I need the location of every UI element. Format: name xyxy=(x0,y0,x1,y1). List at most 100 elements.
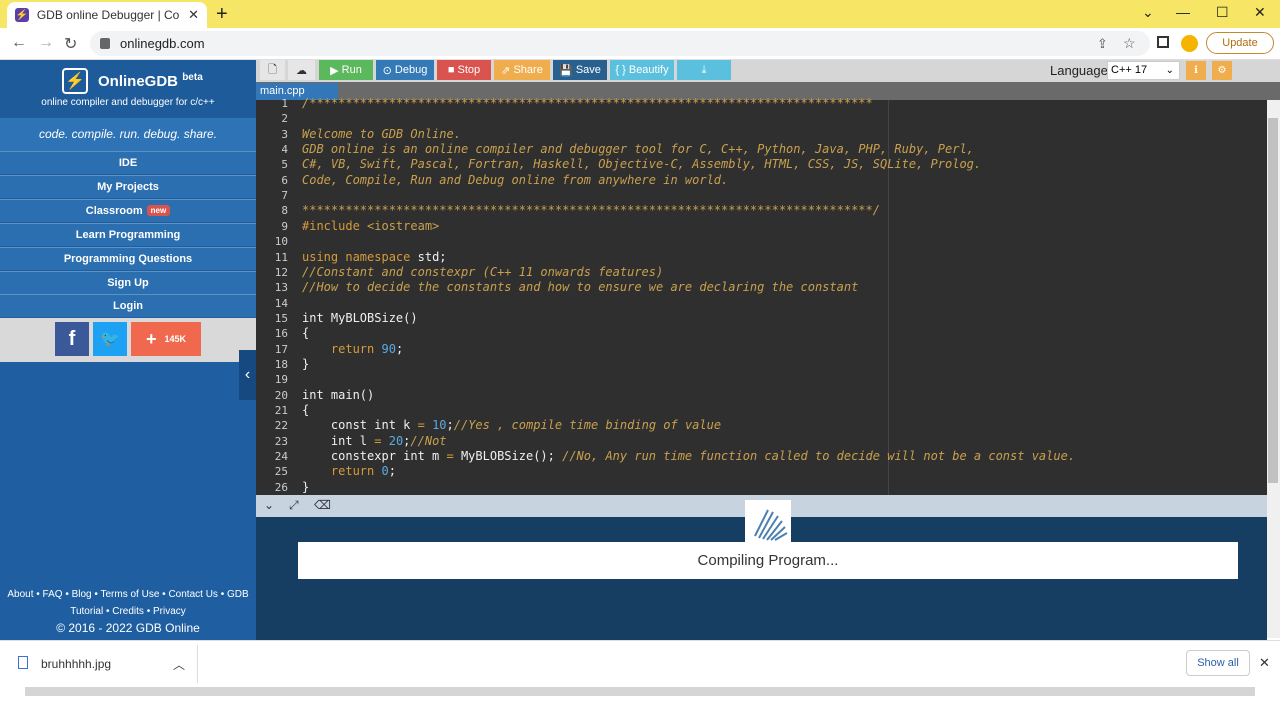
line-number: 6 xyxy=(281,173,288,187)
nav-item-ide[interactable]: IDE xyxy=(0,151,256,174)
share-page-icon[interactable]: ⇪ xyxy=(1097,36,1108,52)
footer-links-2[interactable]: Tutorial • Credits • Privacy xyxy=(0,603,256,620)
clear-icon[interactable]: ⌫ xyxy=(314,498,331,512)
download-filename[interactable]: bruhhhhh.jpg xyxy=(41,657,111,671)
code-line: GDB online is an online compiler and deb… xyxy=(302,142,974,157)
tab-search-icon[interactable]: ⌄ xyxy=(1142,4,1154,21)
sidepanel-icon[interactable] xyxy=(1157,36,1169,48)
code-line: //How to decide the constants and how to… xyxy=(302,280,859,295)
share-count-button[interactable]: +145K xyxy=(131,322,201,356)
brand-beta-label: beta xyxy=(182,72,203,83)
nav-item-my-projects[interactable]: My Projects xyxy=(0,175,256,198)
code-line: { xyxy=(302,403,310,417)
share-label: Share xyxy=(513,64,543,76)
nav-label: Classroom xyxy=(85,205,143,217)
brand-name-text: OnlineGDB xyxy=(98,73,179,90)
window-close-button[interactable]: ✕ xyxy=(1254,4,1266,21)
browser-tab[interactable]: ⚡ GDB online Debugger | Compiler ✕ xyxy=(7,2,207,28)
code-line: #include <iostream> xyxy=(302,218,440,233)
nav-item-learn-programming[interactable]: Learn Programming xyxy=(0,223,256,246)
save-icon: 💾 xyxy=(559,64,576,77)
code-line: int MyBLOBSize() xyxy=(302,310,418,325)
close-download-bar-icon[interactable]: ✕ xyxy=(1259,655,1270,671)
expand-icon[interactable]: ⤢ xyxy=(289,498,299,513)
language-value: C++ 17 xyxy=(1111,64,1148,76)
upload-icon[interactable]: ☁ xyxy=(288,60,315,80)
line-number: 22 xyxy=(274,419,288,433)
line-number: 7 xyxy=(281,189,288,203)
page-horizontal-scrollbar[interactable] xyxy=(25,687,1255,696)
share-count: 145K xyxy=(164,334,187,344)
gear-icon[interactable]: ⚙ xyxy=(1212,61,1232,80)
share-button[interactable]: ⇗ Share xyxy=(494,60,550,80)
tab-close-icon[interactable]: ✕ xyxy=(188,7,199,23)
back-arrow-icon[interactable]: ← xyxy=(11,34,27,52)
brand-name[interactable]: OnlineGDB beta xyxy=(98,72,203,90)
language-select[interactable]: C++ 17 ⌄ xyxy=(1107,61,1180,80)
minimize-button[interactable]: — xyxy=(1176,4,1190,20)
run-button[interactable]: ▶ Run xyxy=(319,60,373,80)
forward-arrow-icon[interactable]: → xyxy=(38,34,54,52)
line-number: 12 xyxy=(274,265,288,279)
reload-icon[interactable]: ↻ xyxy=(64,34,77,54)
nav-item-login[interactable]: Login xyxy=(0,294,256,317)
code-line: C#, VB, Swift, Pascal, Fortran, Haskell,… xyxy=(302,157,982,172)
save-button[interactable]: 💾 Save xyxy=(553,60,607,80)
update-button[interactable]: Update xyxy=(1206,32,1274,54)
beautify-button[interactable]: { } Beautify xyxy=(610,60,674,80)
profile-avatar-icon[interactable] xyxy=(1181,35,1198,52)
chevron-down-icon: ⌄ xyxy=(1165,65,1174,76)
loading-spinner-icon xyxy=(745,500,791,542)
save-label: Save xyxy=(575,64,601,76)
plus-icon: + xyxy=(145,328,157,349)
editor-scrollbar-thumb[interactable] xyxy=(1268,118,1278,483)
code-line: Code, Compile, Run and Debug online from… xyxy=(302,172,729,187)
line-number: 26 xyxy=(274,480,288,494)
download-button[interactable]: ⤓ xyxy=(677,60,731,80)
debug-label: Debug xyxy=(394,64,428,76)
chevron-down-icon[interactable]: ⌄ xyxy=(264,498,274,512)
new-file-icon[interactable]: 🗋 xyxy=(260,60,285,80)
code-line: Welcome to GDB Online. xyxy=(302,126,461,141)
debug-button[interactable]: ⊙ Debug xyxy=(376,60,434,80)
maximize-button[interactable]: ☐ xyxy=(1216,4,1229,21)
nav-item-sign-up[interactable]: Sign Up xyxy=(0,271,256,294)
chevron-up-icon[interactable]: ︿ xyxy=(173,656,185,673)
line-number: 24 xyxy=(274,450,288,464)
line-number: 20 xyxy=(274,388,288,402)
info-icon[interactable]: ℹ xyxy=(1186,61,1206,80)
stop-button[interactable]: ■ Stop xyxy=(437,60,491,80)
line-number: 23 xyxy=(274,434,288,448)
line-number: 1 xyxy=(281,97,288,110)
brand-subtitle: online compiler and debugger for c/c++ xyxy=(41,97,215,108)
nav-item-classroom[interactable]: Classroom new xyxy=(0,199,256,222)
collapse-sidebar-chevron-icon[interactable]: ‹ xyxy=(239,350,256,400)
image-file-icon xyxy=(18,656,28,669)
facebook-icon[interactable]: f xyxy=(55,322,89,356)
download-divider xyxy=(197,645,198,683)
line-number: 2 xyxy=(281,112,288,126)
line-number: 16 xyxy=(274,327,288,341)
line-number: 25 xyxy=(274,465,288,479)
code-line: ****************************************… xyxy=(302,203,880,218)
onlinegdb-favicon-icon: ⚡ xyxy=(15,8,29,22)
line-number: 15 xyxy=(274,311,288,325)
bookmark-star-icon[interactable]: ☆ xyxy=(1123,35,1136,52)
code-line: int main() xyxy=(302,387,375,402)
new-tab-button[interactable]: + xyxy=(216,3,228,26)
share-icon: ⇗ xyxy=(501,64,514,77)
line-number: 17 xyxy=(274,342,288,356)
stop-label: Stop xyxy=(457,64,481,76)
twitter-icon[interactable]: 🐦 xyxy=(93,322,127,356)
code-line: //Constant and constexpr (C++ 11 onwards… xyxy=(302,264,664,279)
nav-item-programming-questions[interactable]: Programming Questions xyxy=(0,247,256,270)
language-label: Language xyxy=(1050,63,1108,78)
show-all-button[interactable]: Show all xyxy=(1186,650,1250,676)
play-icon: ▶ xyxy=(330,64,342,77)
footer-links[interactable]: About • FAQ • Blog • Terms of Use • Cont… xyxy=(0,586,256,603)
run-label: Run xyxy=(341,64,362,76)
omnibox[interactable]: onlinegdb.com xyxy=(90,31,1150,56)
nav-label: Learn Programming xyxy=(75,229,181,241)
download-bar xyxy=(0,640,1280,720)
line-number: 18 xyxy=(274,357,288,371)
